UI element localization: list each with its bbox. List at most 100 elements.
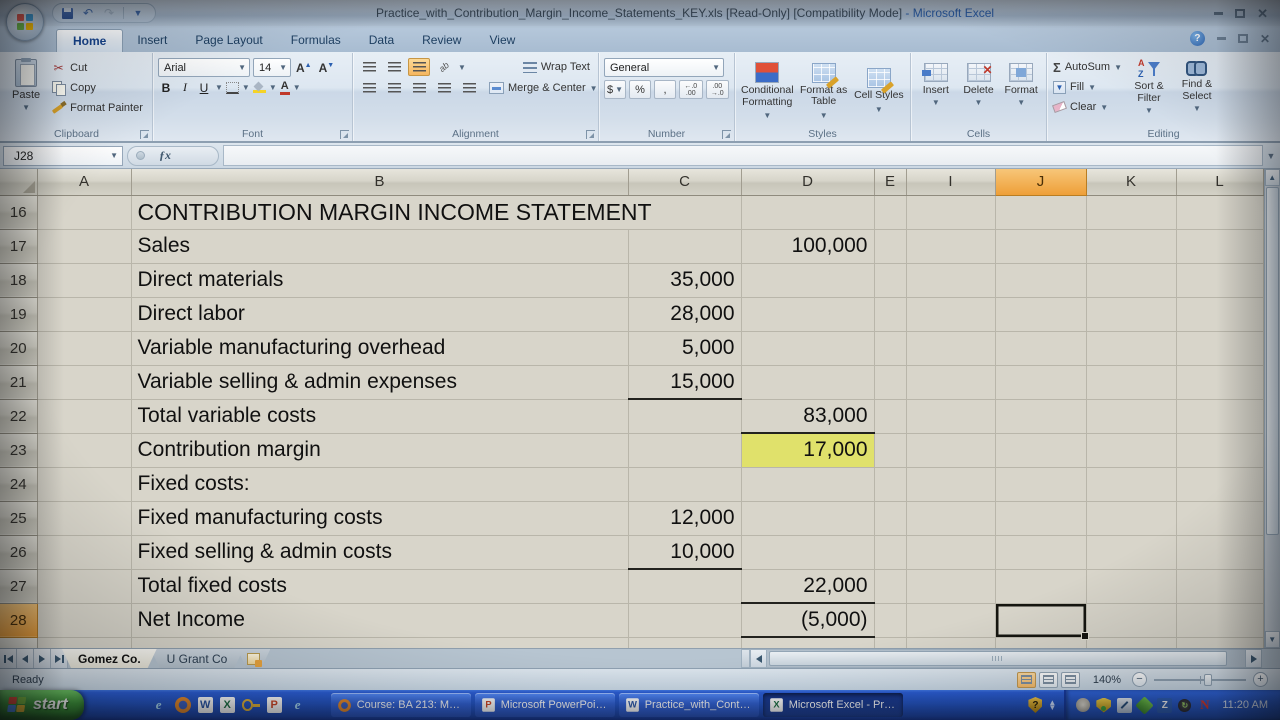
powerpoint-icon[interactable]: P (267, 697, 282, 713)
cell[interactable] (628, 433, 741, 467)
insert-cells-button[interactable]: Insert▼ (916, 58, 956, 107)
minimize-button[interactable] (1214, 12, 1223, 15)
close-button[interactable]: ✕ (1257, 7, 1268, 20)
zoom-in-button[interactable]: + (1253, 672, 1268, 687)
cell[interactable] (741, 637, 874, 648)
cell-b20[interactable]: Variable manufacturing overhead (131, 331, 628, 365)
comma-format-button[interactable]: , (654, 80, 676, 99)
cell[interactable] (37, 433, 131, 467)
cell[interactable] (628, 603, 741, 637)
cell[interactable] (1086, 263, 1176, 297)
dialog-launcher-icon[interactable] (340, 130, 349, 139)
next-sheet-button[interactable] (34, 649, 51, 668)
cell[interactable] (37, 229, 131, 263)
cell[interactable] (906, 535, 995, 569)
align-middle-button[interactable] (383, 58, 405, 76)
name-box[interactable]: J28▼ (3, 146, 123, 166)
borders-button[interactable] (226, 82, 239, 94)
row-header[interactable]: 26 (0, 535, 37, 569)
paste-button[interactable]: Paste ▼ (4, 55, 48, 116)
taskbar-clock[interactable]: 11:20 AM (1222, 699, 1268, 711)
first-sheet-button[interactable] (0, 649, 17, 668)
cell[interactable] (37, 195, 131, 229)
tab-insert[interactable]: Insert (123, 29, 181, 52)
netsupport-icon[interactable]: N (1197, 698, 1212, 713)
cell-d22[interactable]: 83,000 (741, 399, 874, 433)
align-top-button[interactable] (358, 58, 380, 76)
cell[interactable] (628, 637, 741, 648)
restore-button[interactable] (1235, 9, 1245, 18)
vertical-scroll-track[interactable] (1265, 536, 1280, 631)
cell[interactable] (906, 467, 995, 501)
cell[interactable] (1086, 535, 1176, 569)
scroll-left-icon[interactable] (750, 649, 767, 668)
align-right-button[interactable] (408, 79, 430, 97)
zoom-out-button[interactable]: − (1132, 672, 1147, 687)
horizontal-scroll-thumb[interactable] (769, 651, 1227, 666)
cell[interactable] (741, 501, 874, 535)
cell[interactable] (1176, 637, 1263, 648)
column-header-j[interactable]: J (995, 169, 1086, 195)
grow-font-button[interactable]: A▲ (294, 61, 314, 75)
customize-qat-button[interactable]: ▼ (129, 5, 147, 21)
row-header[interactable]: 23 (0, 433, 37, 467)
cell[interactable] (37, 603, 131, 637)
cell[interactable] (874, 501, 906, 535)
previous-sheet-button[interactable] (17, 649, 34, 668)
cell-b21[interactable]: Variable selling & admin expenses (131, 365, 628, 399)
select-all-corner[interactable] (0, 169, 37, 195)
row-header[interactable]: 21 (0, 365, 37, 399)
cell[interactable] (1176, 365, 1263, 399)
cell-b18[interactable]: Direct materials (131, 263, 628, 297)
cell[interactable] (995, 365, 1086, 399)
cell[interactable] (1086, 467, 1176, 501)
speaker-icon[interactable] (1076, 698, 1090, 712)
excel-icon[interactable]: X (220, 697, 235, 713)
help-icon[interactable]: ? (1190, 31, 1205, 46)
cell[interactable] (741, 195, 874, 229)
cell-c25[interactable]: 12,000 (628, 501, 741, 535)
decrease-indent-button[interactable] (433, 79, 455, 97)
cell[interactable] (1176, 331, 1263, 365)
format-painter-button[interactable]: Format Painter (48, 100, 146, 116)
conditional-formatting-button[interactable]: Conditional Formatting▼ (740, 58, 795, 123)
workbook-minimize-button[interactable] (1217, 37, 1226, 40)
row-header[interactable]: 18 (0, 263, 37, 297)
increase-decimal-button[interactable]: ←.0 .00 (679, 80, 703, 99)
vertical-scroll-thumb[interactable] (1266, 187, 1280, 535)
dialog-launcher-icon[interactable] (140, 130, 149, 139)
cell[interactable] (906, 365, 995, 399)
scroll-right-icon[interactable] (1245, 649, 1262, 668)
cell[interactable] (37, 263, 131, 297)
cell[interactable] (995, 569, 1086, 603)
tab-split-handle[interactable] (741, 649, 750, 668)
page-layout-view-button[interactable] (1039, 672, 1058, 688)
row-header[interactable]: 25 (0, 501, 37, 535)
insert-function-area[interactable]: ƒx (127, 146, 219, 166)
font-size-select[interactable]: 14▼ (253, 58, 291, 77)
zoom-slider[interactable] (1154, 679, 1246, 681)
sort-filter-button[interactable]: Sort & Filter▼ (1125, 55, 1173, 117)
cell[interactable] (1176, 501, 1263, 535)
cell[interactable] (1176, 229, 1263, 263)
delete-cells-button[interactable]: Delete▼ (959, 58, 999, 107)
row-header[interactable]: 19 (0, 297, 37, 331)
cell[interactable] (1086, 433, 1176, 467)
format-as-table-button[interactable]: Format as Table▼ (798, 59, 850, 123)
workbook-close-button[interactable]: ✕ (1260, 33, 1270, 45)
bold-button[interactable]: B (158, 81, 174, 95)
cell[interactable] (37, 501, 131, 535)
security-shield-icon[interactable] (1096, 698, 1111, 713)
cell[interactable] (874, 331, 906, 365)
cell[interactable] (995, 195, 1086, 229)
cell[interactable] (1086, 637, 1176, 648)
row-header[interactable]: 27 (0, 569, 37, 603)
cell[interactable] (995, 399, 1086, 433)
column-header-k[interactable]: K (1086, 169, 1176, 195)
cell[interactable] (995, 637, 1086, 648)
zoom-level[interactable]: 140% (1093, 674, 1121, 686)
messenger-icon[interactable] (1136, 696, 1154, 714)
align-center-button[interactable] (383, 79, 405, 97)
cell-b17[interactable]: Sales (131, 229, 628, 263)
cell[interactable] (37, 365, 131, 399)
